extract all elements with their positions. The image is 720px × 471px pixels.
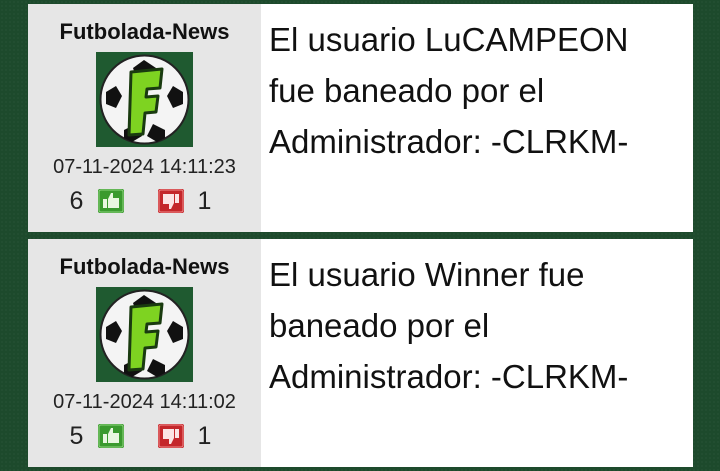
like-count: 5 xyxy=(69,422,84,450)
author-name[interactable]: Futbolada-News xyxy=(60,255,230,279)
post-author-panel: Futbolada-News 07-11-2024 14:11:23 6 1 xyxy=(28,4,261,232)
dislike-count: 1 xyxy=(197,422,212,450)
thumbs-down-icon[interactable] xyxy=(157,189,184,213)
post-message: El usuario LuCAMPEON fue baneado por el … xyxy=(269,21,629,160)
news-post: Futbolada-News 07-11-2024 14:11:02 5 1 E… xyxy=(28,239,693,467)
author-avatar[interactable] xyxy=(96,287,193,382)
post-date: 07-11-2024 14:11:02 xyxy=(53,391,236,413)
thumbs-up-icon[interactable] xyxy=(97,189,124,213)
news-post: Futbolada-News 07-11-2024 14:11:23 6 1 E… xyxy=(28,4,693,232)
thumbs-down-icon[interactable] xyxy=(157,424,184,448)
like-count: 6 xyxy=(69,187,84,215)
thumbs-up-icon[interactable] xyxy=(97,424,124,448)
author-name[interactable]: Futbolada-News xyxy=(60,20,230,44)
post-author-panel: Futbolada-News 07-11-2024 14:11:02 5 1 xyxy=(28,239,261,467)
author-avatar[interactable] xyxy=(96,52,193,147)
vote-bar: 6 1 xyxy=(70,186,220,216)
vote-bar: 5 1 xyxy=(70,421,220,451)
dislike-count: 1 xyxy=(197,187,212,215)
post-message: El usuario Winner fue baneado por el Adm… xyxy=(269,256,629,395)
post-date: 07-11-2024 14:11:23 xyxy=(53,156,236,178)
